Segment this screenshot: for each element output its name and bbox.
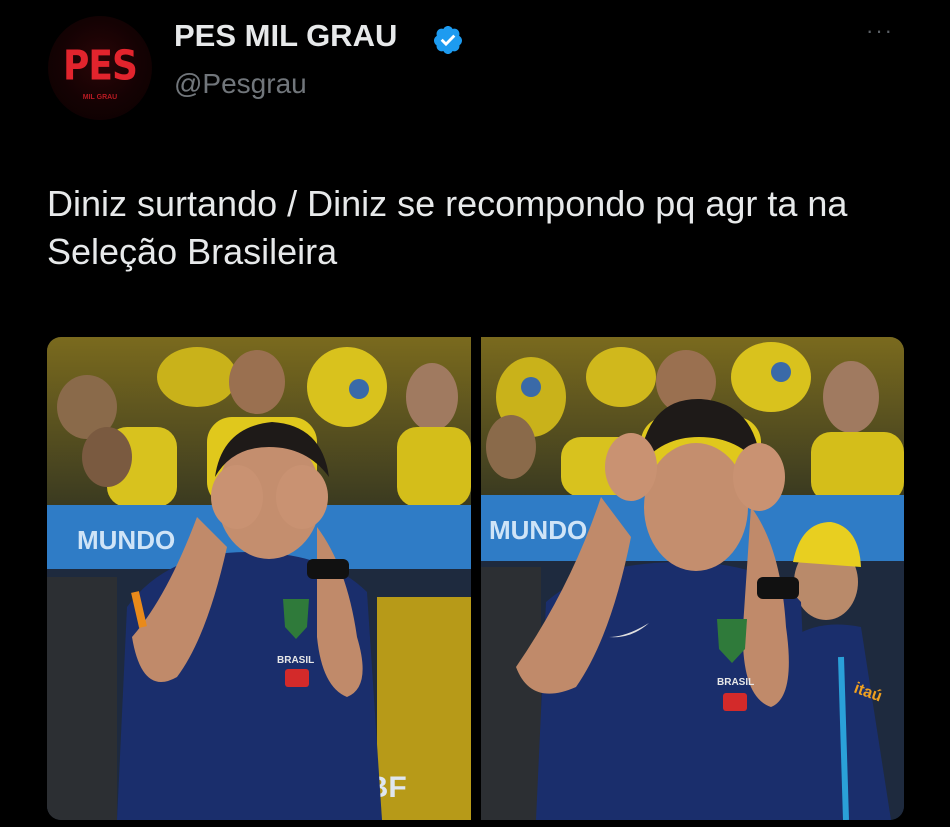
- avatar-logo-text: PES: [63, 42, 138, 91]
- banner-text-right: MUNDO: [489, 515, 587, 545]
- verified-badge-icon: [433, 26, 462, 54]
- tweet-photo-right[interactable]: MUNDO itaú BRASIL: [481, 337, 904, 820]
- tweet-photo-left[interactable]: MUNDO CBF BRASIL: [47, 337, 471, 820]
- banner-text-left: MUNDO: [77, 525, 175, 555]
- photo-right-illustration: MUNDO itaú BRASIL: [481, 337, 904, 820]
- photo-left-illustration: MUNDO CBF BRASIL: [47, 337, 471, 820]
- avatar[interactable]: PES MIL GRAU: [48, 16, 152, 120]
- shirt-text-right: BRASIL: [717, 677, 754, 688]
- display-name[interactable]: PES MIL GRAU: [174, 18, 397, 54]
- more-options-icon[interactable]: ···: [866, 18, 894, 44]
- avatar-sublogo-text: MIL GRAU: [82, 94, 118, 101]
- shirt-text-left: BRASIL: [277, 655, 314, 666]
- tweet-text: Diniz surtando / Diniz se recompondo pq …: [47, 183, 848, 272]
- user-handle[interactable]: @Pesgrau: [174, 68, 307, 100]
